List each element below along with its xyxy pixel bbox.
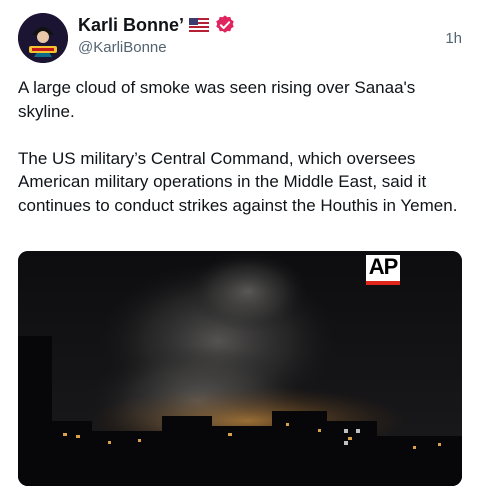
post-timestamp[interactable]: 1h — [445, 30, 462, 47]
us-flag-icon — [189, 18, 210, 32]
verified-badge-icon — [214, 14, 236, 36]
post-card[interactable]: Karli Bonne’ @KarliBonne 1h A large clou… — [0, 0, 480, 500]
post-media-video[interactable]: AP — [18, 251, 462, 486]
author-handle[interactable]: @KarliBonne — [78, 39, 167, 56]
author-display-name[interactable]: Karli Bonne’ — [78, 15, 184, 36]
avatar-image — [18, 13, 68, 63]
ap-watermark-logo: AP — [366, 255, 400, 285]
ap-watermark-text: AP — [368, 254, 399, 279]
post-body-text: A large cloud of smoke was seen rising o… — [18, 78, 458, 215]
ap-watermark-bar — [366, 281, 400, 285]
author-avatar[interactable] — [18, 13, 68, 63]
author-name-row: Karli Bonne’ — [78, 13, 236, 37]
smoke-skyline-image — [18, 251, 462, 486]
